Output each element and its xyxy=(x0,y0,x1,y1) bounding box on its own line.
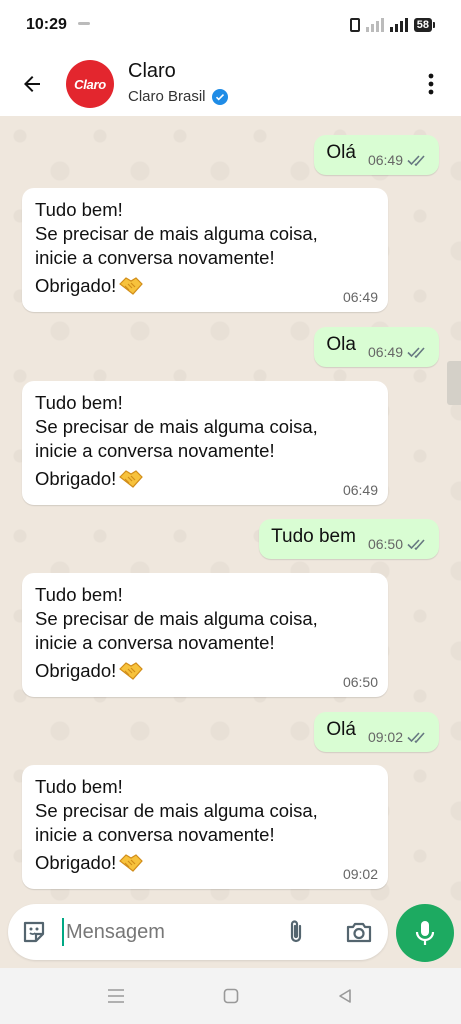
message-line: Se precisar de mais alguma coisa, xyxy=(35,608,318,629)
message-input[interactable] xyxy=(66,914,266,950)
camera-button[interactable] xyxy=(342,916,376,948)
double-check-icon xyxy=(407,347,425,358)
message-text: Ola xyxy=(326,334,356,355)
double-check-icon xyxy=(407,539,425,550)
microphone-icon xyxy=(415,921,435,945)
avatar-logo-text: Claro xyxy=(74,76,106,92)
battery-icon: 58 xyxy=(413,18,435,32)
message-line: Se precisar de mais alguma coisa, xyxy=(35,223,318,244)
verified-badge-icon xyxy=(211,88,228,105)
message-line: inicie a conversa novamente! xyxy=(35,824,275,845)
square-icon xyxy=(223,988,239,1004)
menu-lines-icon xyxy=(108,989,124,1003)
notification-dot-icon xyxy=(78,22,90,25)
message-line: Tudo bem! xyxy=(35,584,123,605)
nav-back-button[interactable] xyxy=(333,984,357,1008)
message-time: 06:49 xyxy=(342,289,378,305)
status-time: 10:29 xyxy=(26,16,67,33)
paperclip-icon xyxy=(290,920,302,943)
vibrate-icon xyxy=(349,18,360,32)
sticker-button[interactable] xyxy=(18,916,50,948)
message-line: Tudo bem! xyxy=(35,392,123,413)
signal-icon-sim2 xyxy=(389,18,408,32)
message-time: 09:02 xyxy=(342,866,378,882)
message-line: inicie a conversa novamente! xyxy=(35,632,275,653)
camera-icon xyxy=(346,922,372,943)
handshake-emoji-icon xyxy=(119,277,144,295)
battery-level: 58 xyxy=(413,18,432,32)
composer xyxy=(0,904,461,964)
message-line: inicie a conversa novamente! xyxy=(35,440,275,461)
incoming-message[interactable]: Tudo bem! Se precisar de mais alguma coi… xyxy=(22,188,388,312)
outgoing-message[interactable]: Olá 09:02 xyxy=(314,712,439,752)
message-line: Tudo bem! xyxy=(35,199,123,220)
triangle-back-icon xyxy=(339,989,351,1003)
outgoing-message[interactable]: Ola 06:49 xyxy=(314,327,439,367)
incoming-message[interactable]: Tudo bem! Se precisar de mais alguma coi… xyxy=(22,573,388,697)
message-text: Olá xyxy=(326,719,356,740)
message-time: 09:02 xyxy=(367,729,403,745)
message-time: 06:50 xyxy=(367,536,403,552)
contact-subtitle: Claro Brasil xyxy=(128,88,206,105)
handshake-emoji-icon xyxy=(119,662,144,680)
chat-area[interactable]: Olá 06:49 Tudo bem! Se precisar de mais … xyxy=(0,116,461,904)
incoming-message[interactable]: Tudo bem! Se precisar de mais alguma coi… xyxy=(22,765,388,889)
message-time: 06:49 xyxy=(367,344,403,360)
message-line: Obrigado! xyxy=(35,660,117,681)
double-check-icon xyxy=(407,155,425,166)
contact-name[interactable]: Claro xyxy=(128,60,176,83)
message-line: Tudo bem! xyxy=(35,776,123,797)
message-line: Se precisar de mais alguma coisa, xyxy=(35,416,318,437)
outgoing-message[interactable]: Tudo bem 06:50 xyxy=(259,519,439,559)
nav-recent-button[interactable] xyxy=(104,984,128,1008)
status-bar: 10:29 58 xyxy=(0,0,461,52)
more-vertical-icon xyxy=(428,73,434,95)
chat-header: Claro Claro Claro Brasil xyxy=(0,52,461,116)
attach-button[interactable] xyxy=(280,916,312,948)
message-time: 06:50 xyxy=(342,674,378,690)
back-button[interactable] xyxy=(14,66,50,102)
sticker-icon xyxy=(23,921,45,943)
message-line: Obrigado! xyxy=(35,852,117,873)
message-time: 06:49 xyxy=(367,152,403,168)
avatar[interactable]: Claro xyxy=(66,60,114,108)
message-input-container xyxy=(8,904,388,960)
text-cursor xyxy=(62,918,64,946)
handshake-emoji-icon xyxy=(119,854,144,872)
signal-icon-sim1 xyxy=(365,18,384,32)
contact-subtitle-row[interactable]: Claro Brasil xyxy=(128,88,228,105)
arrow-left-icon xyxy=(24,76,40,92)
incoming-message[interactable]: Tudo bem! Se precisar de mais alguma coi… xyxy=(22,381,388,505)
message-text: Tudo bem xyxy=(271,526,356,547)
message-line: Obrigado! xyxy=(35,275,117,296)
more-options-button[interactable] xyxy=(415,68,447,100)
message-time: 06:49 xyxy=(342,482,378,498)
status-icons: 58 xyxy=(349,16,435,34)
double-check-icon xyxy=(407,732,425,743)
message-line: Se precisar de mais alguma coisa, xyxy=(35,800,318,821)
outgoing-message[interactable]: Olá 06:49 xyxy=(314,135,439,175)
handshake-emoji-icon xyxy=(119,470,144,488)
message-line: Obrigado! xyxy=(35,468,117,489)
message-text: Olá xyxy=(326,142,356,163)
voice-message-button[interactable] xyxy=(396,904,454,962)
message-line: inicie a conversa novamente! xyxy=(35,247,275,268)
nav-home-button[interactable] xyxy=(219,984,243,1008)
system-nav-bar xyxy=(0,968,461,1024)
scroll-handle[interactable] xyxy=(447,361,461,405)
